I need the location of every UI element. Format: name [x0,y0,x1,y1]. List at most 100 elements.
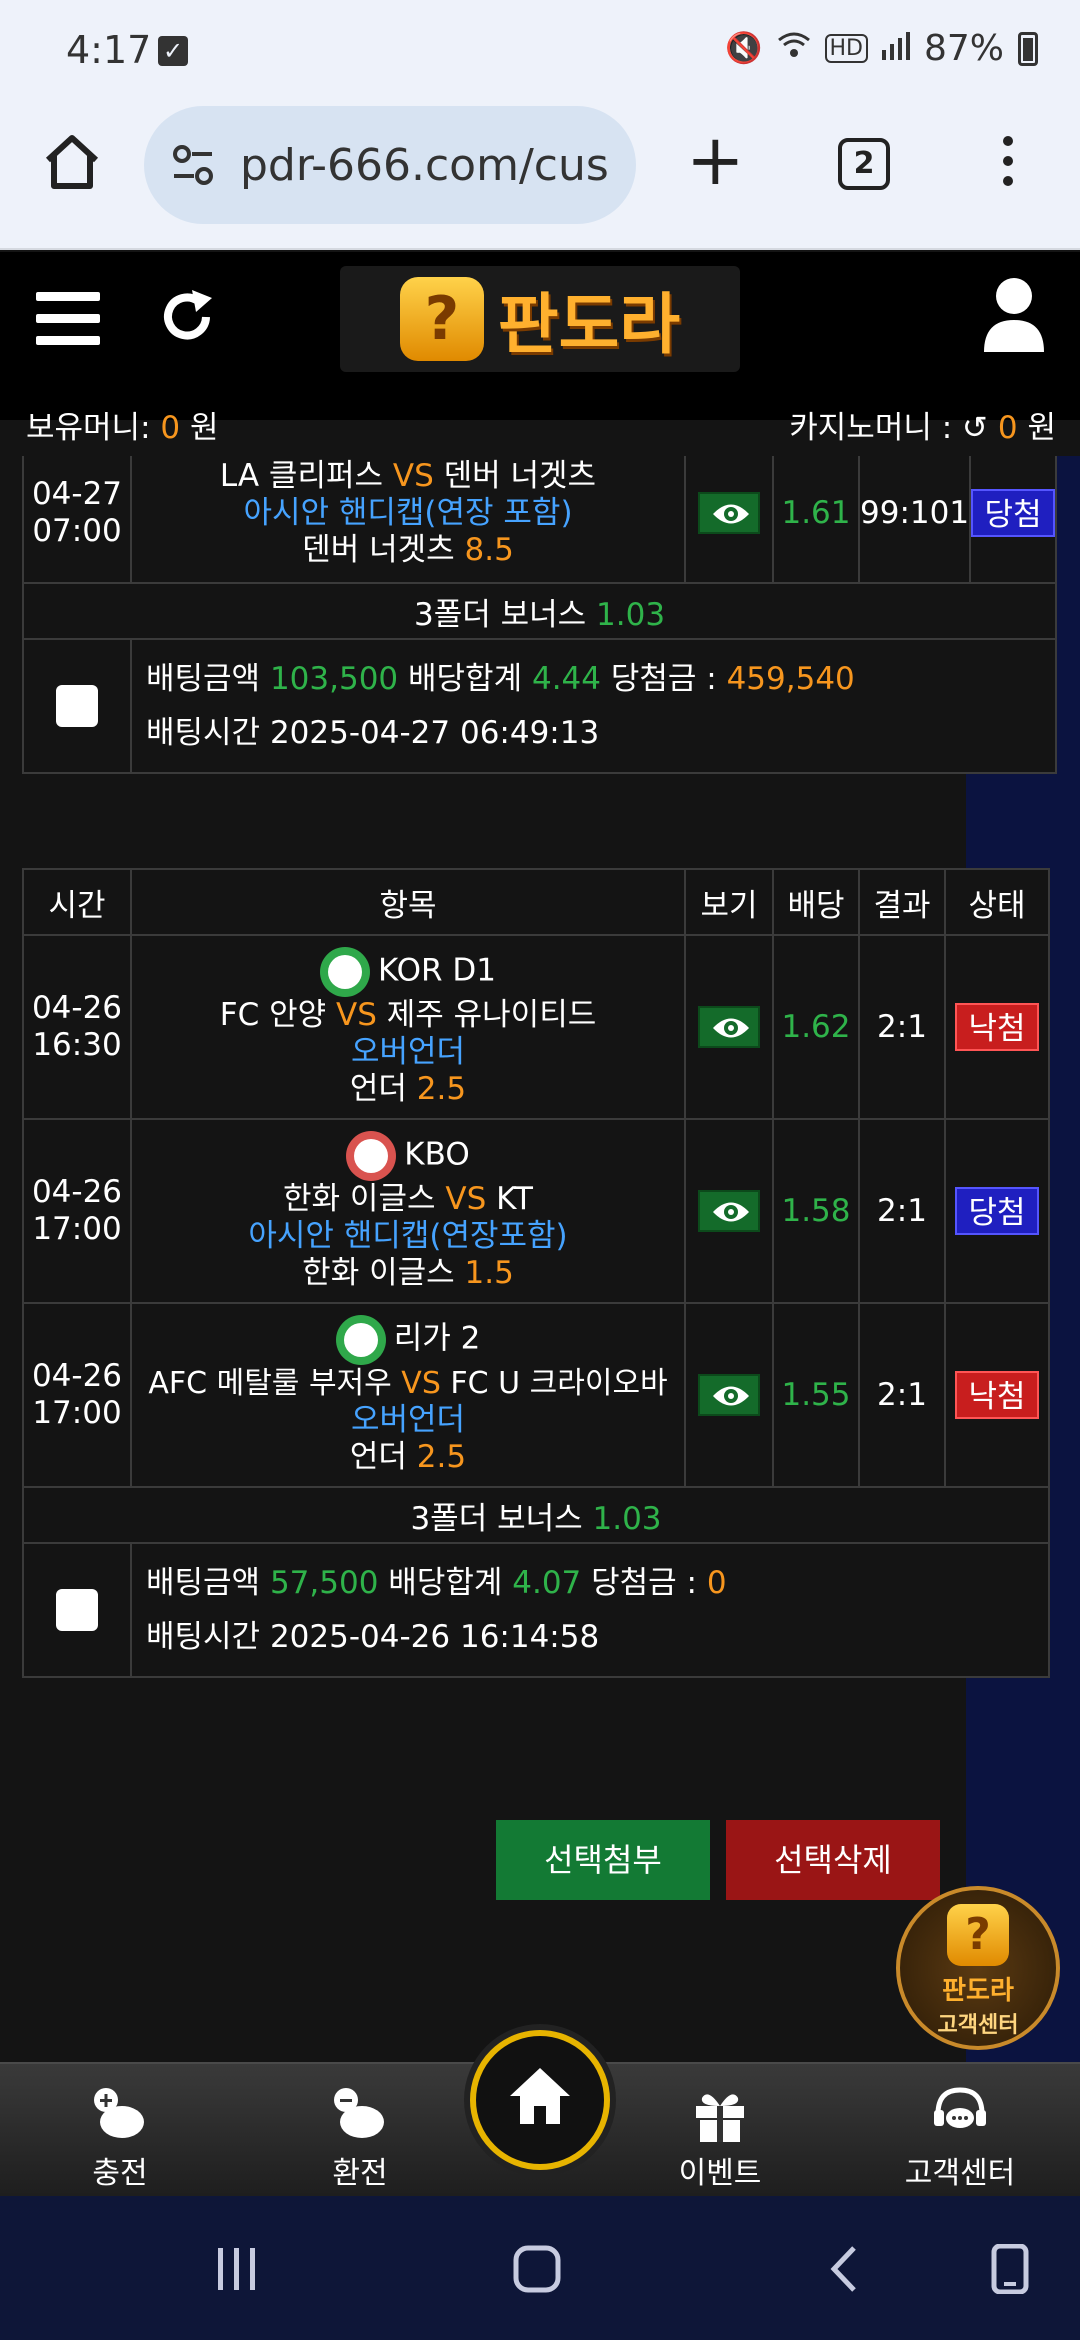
away-team: KT [496,1180,533,1217]
select-checkbox[interactable] [56,685,98,727]
bonus-value: 1.03 [592,1500,662,1537]
menu-icon[interactable] [36,292,100,346]
row-date: 04-26 [31,1358,123,1394]
pick-line: 언더 2.5 [132,1439,684,1476]
soccer-ball-icon [335,1314,386,1365]
market-type: 오버언더 [350,1401,466,1438]
baseball-icon [346,1130,397,1181]
tab-switcher[interactable]: 2 [838,138,890,190]
market-type: 오버언더 [350,1033,466,1070]
bet-time-value: 2025-04-27 06:49:13 [269,715,600,751]
bonus-label: 3폴더 보너스 [414,596,587,633]
back-icon[interactable] [820,2244,870,2298]
total-value: 4.44 [531,661,601,697]
payout-label: 당첨금 : [610,661,717,697]
casino-money: 카지노머니 : ↺ 0 원 [789,402,1056,447]
league-line: KBO [132,1130,684,1181]
site-logo[interactable]: ? 판도라 [340,266,740,372]
row-item: LA 클리퍼스 VS 덴버 너겟츠 아시안 핸디캡(연장 포함) 덴버 너겟츠 … [130,456,686,584]
nav-charge[interactable]: 충전 [40,2084,200,2192]
pick-line: 언더 2.5 [132,1071,684,1108]
league-name: KOR D1 [377,952,497,988]
table-row: 04-26 16:30 KOR D1 FC 안양 VS 제주 유나이티드 오버언더… [22,934,1050,1120]
recents-icon[interactable] [212,2244,262,2298]
total-value: 4.07 [512,1565,582,1601]
row-item: 리가 2 AFC 메탈룰 부저우 VS FC U 크라이오바 오버언더 언더 2… [130,1302,686,1488]
battery-icon [1018,31,1038,66]
view-eye-button[interactable] [698,492,760,534]
casino-refresh-icon[interactable]: ↺ [962,410,988,446]
amount-label: 배팅금액 [146,1565,261,1601]
site-settings-icon[interactable] [170,142,216,188]
headset-chat-icon [880,2084,1040,2144]
bet-slip-2: 시간 항목 보기 배당 결과 상태 04-26 16:30 KOR D1 FC 안… [22,868,1050,1678]
row-time: 04-26 17:00 [22,1302,132,1488]
money-bar: 보유머니: 0 원 카지노머니 : ↺ 0 원 [0,396,1080,454]
wifi-icon [777,30,811,68]
row-time: 04-26 16:30 [22,934,132,1120]
pick: 덴버 너겟츠 [302,531,455,568]
select-checkbox[interactable] [56,1589,98,1631]
attach-selected-button[interactable]: 선택첨부 [496,1820,710,1900]
row-result: 2:1 [858,934,946,1120]
row-view [684,1118,774,1304]
header-item: 항목 [130,868,686,936]
league-name: 리가 2 [393,1320,481,1356]
pick-line: 덴버 너겟츠 8.5 [132,532,684,569]
home-button[interactable] [470,2030,610,2170]
vs-label: VS [392,457,434,494]
view-eye-button[interactable] [698,1190,760,1232]
pick: 한화 이글스 [302,1254,455,1291]
row-clock: 17:00 [32,1211,122,1247]
notification-check-icon: ✓ [158,36,188,66]
more-menu-icon[interactable] [1000,136,1016,196]
delete-selected-button[interactable]: 선택삭제 [726,1820,940,1900]
view-eye-button[interactable] [698,1006,760,1048]
bonus-row: 3폴더 보너스 1.03 [22,1486,1050,1544]
status-badge: 당첨 [971,489,1056,537]
row-result: 99:101 [857,456,972,584]
market-type: 아시안 핸디캡(연장 포함) [243,494,573,531]
mute-icon: 🔇 [725,31,763,66]
market-type: 아시안 핸디캡(연장포함) [248,1217,568,1254]
user-icon[interactable] [982,276,1046,352]
pick-line-value: 2.5 [416,1438,467,1475]
row-view [684,456,774,584]
row-odds: 1.61 [772,456,860,584]
summary-amounts: 배팅금액 103,500 배당합계 4.44 당첨금 : 459,540 [146,652,1055,706]
customer-center-float-button[interactable]: ? 판도라 고객센터 [896,1886,1060,2050]
new-tab-icon[interactable]: + [686,125,745,195]
system-home-icon[interactable] [512,2244,562,2298]
row-result: 2:1 [858,1118,946,1304]
refresh-icon[interactable] [156,286,218,348]
nav-event[interactable]: 이벤트 [640,2084,800,2192]
home-team: AFC 메탈룰 부저우 [148,1365,392,1401]
row-status: 낙첨 [944,934,1050,1120]
soccer-ball-icon [319,946,370,997]
status-time: 4:17 [66,28,152,72]
question-icon: ? [947,1904,1009,1966]
cs-float-subtitle: 고객센터 [937,2013,1019,2038]
pick: 언더 [349,1438,407,1475]
nav-exchange[interactable]: 환전 [280,2084,440,2192]
view-eye-button[interactable] [698,1374,760,1416]
away-team: 덴버 너겟츠 [443,457,597,494]
gift-icon [640,2084,800,2144]
vs-label: VS [445,1180,487,1217]
held-money-unit: 원 [189,410,219,446]
keyboard-switch-icon[interactable] [986,2243,1036,2298]
nav-exchange-label: 환전 [332,2156,388,2191]
home-team: LA 클리퍼스 [219,457,384,494]
total-label: 배당합계 [388,1565,503,1601]
row-odds: 1.62 [772,934,860,1120]
match-line: LA 클리퍼스 VS 덴버 너겟츠 [132,458,684,495]
match-line: FC 안양 VS 제주 유나이티드 [132,997,684,1034]
address-bar[interactable]: pdr-666.com/cus [144,106,636,224]
browser-home-icon[interactable] [40,130,104,194]
row-date: 04-27 [31,476,123,512]
nav-support[interactable]: 고객센터 [880,2084,1040,2192]
row-item: KBO 한화 이글스 VS KT 아시안 핸디캡(연장포함) 한화 이글스 1.… [130,1118,686,1304]
pick-line: 한화 이글스 1.5 [132,1255,684,1292]
pick-line-value: 2.5 [416,1070,467,1107]
summary-row: 배팅금액 103,500 배당합계 4.44 당첨금 : 459,540 배팅시… [22,638,1058,774]
